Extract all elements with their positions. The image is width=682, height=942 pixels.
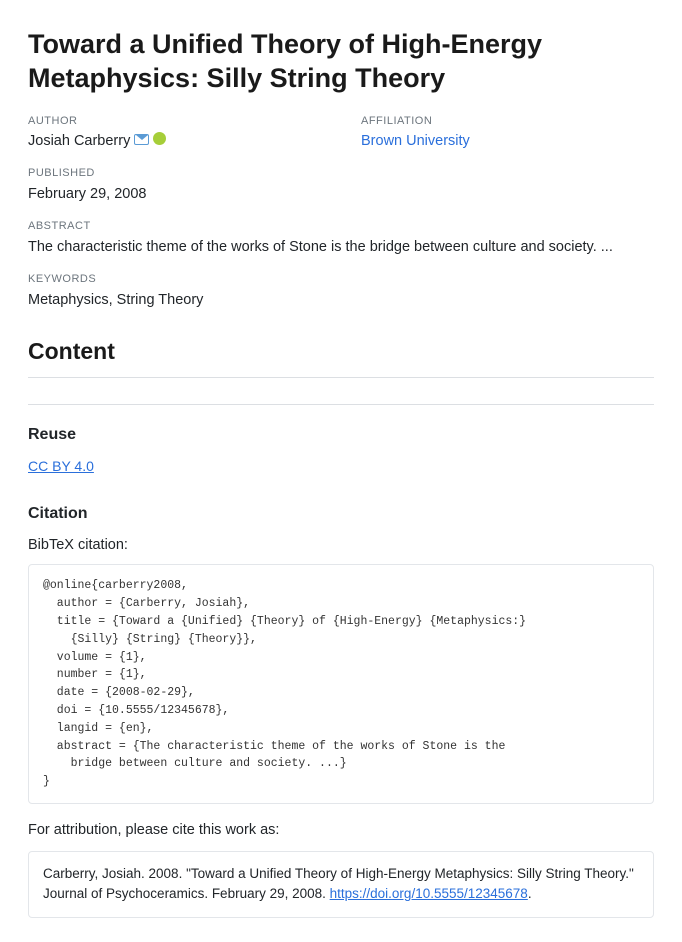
keywords-text: Metaphysics, String Theory (28, 290, 654, 311)
affiliation-link[interactable]: Brown University (361, 133, 470, 149)
affiliation-label: AFFILIATION (361, 114, 654, 130)
keywords-label: KEYWORDS (28, 272, 654, 288)
citation-heading: Citation (28, 502, 654, 525)
attribution-box: Carberry, Josiah. 2008. "Toward a Unifie… (28, 851, 654, 918)
author-label: AUTHOR (28, 114, 321, 130)
attribution-text-post: . (528, 886, 532, 901)
content-heading: Content (28, 335, 654, 368)
author-name: Josiah Carberry (28, 131, 130, 152)
published-date: February 29, 2008 (28, 184, 654, 205)
reuse-heading: Reuse (28, 423, 654, 446)
bibtex-intro: BibTeX citation: (28, 535, 654, 556)
orcid-icon[interactable] (153, 131, 166, 152)
license-link[interactable]: CC BY 4.0 (28, 458, 94, 474)
meta-row-author-affiliation: AUTHOR Josiah Carberry AFFILIATION Brown… (28, 114, 654, 153)
doi-link[interactable]: https://doi.org/10.5555/12345678 (330, 886, 528, 901)
bibtex-block: @online{carberry2008, author = {Carberry… (28, 564, 654, 804)
page-title: Toward a Unified Theory of High-Energy M… (28, 28, 654, 96)
published-label: PUBLISHED (28, 166, 654, 182)
abstract-label: ABSTRACT (28, 219, 654, 235)
email-icon[interactable] (134, 131, 149, 152)
abstract-text: The characteristic theme of the works of… (28, 237, 654, 258)
appendix-rule (28, 404, 654, 405)
attribution-intro: For attribution, please cite this work a… (28, 820, 654, 841)
content-rule (28, 377, 654, 378)
